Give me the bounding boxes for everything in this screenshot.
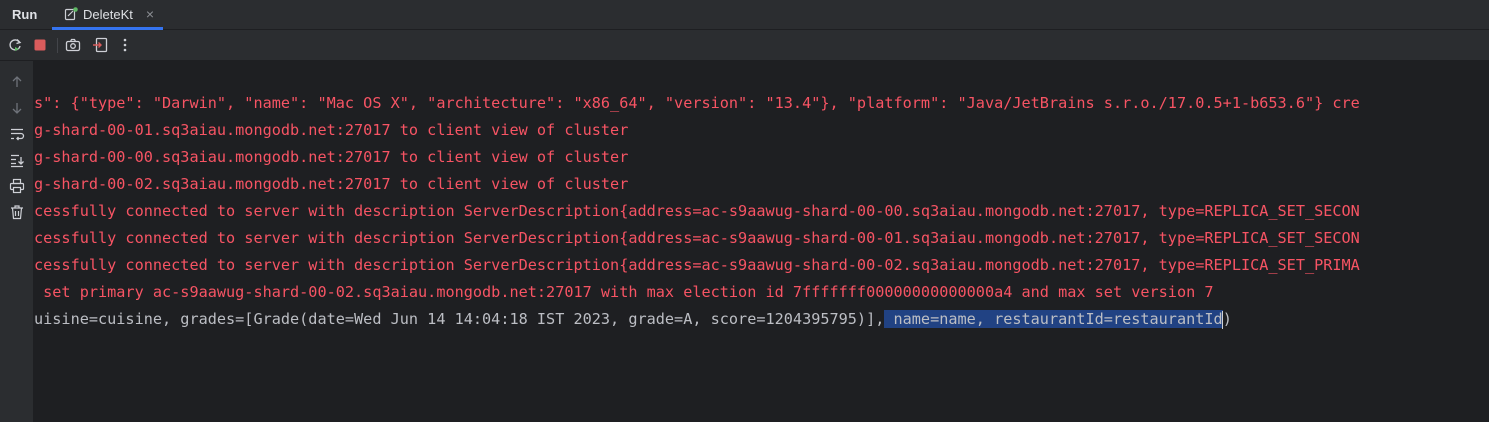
output-text: uisine=cuisine, grades=[Grade(date=Wed J… <box>34 310 885 328</box>
console-line: cessfully connected to server with descr… <box>34 202 1360 220</box>
console-output-line: uisine=cuisine, grades=[Grade(date=Wed J… <box>34 306 1232 333</box>
clear-icon[interactable] <box>9 204 25 220</box>
run-tool-window-header: Run DeleteKt × <box>0 0 1489 30</box>
print-icon[interactable] <box>9 178 25 194</box>
scroll-to-end-icon[interactable] <box>9 152 25 168</box>
exit-icon[interactable] <box>92 37 108 53</box>
console-line: g-shard-00-01.sq3aiau.mongodb.net:27017 … <box>34 121 629 139</box>
run-configuration-icon <box>64 7 78 21</box>
tab-deletekt[interactable]: DeleteKt × <box>52 0 163 30</box>
run-panel-title: Run <box>12 7 38 22</box>
more-icon[interactable] <box>117 37 133 53</box>
console-output[interactable]: s": {"type": "Darwin", "name": "Mac OS X… <box>34 61 1489 422</box>
console-line: cessfully connected to server with descr… <box>34 256 1360 274</box>
rerun-icon[interactable] <box>7 37 23 53</box>
run-toolbar <box>0 30 1489 61</box>
console-line: set primary ac-s9aawug-shard-00-02.sq3ai… <box>34 283 1214 301</box>
tab-label: DeleteKt <box>83 7 133 22</box>
toolbar-separator <box>57 38 58 53</box>
console-line: cessfully connected to server with descr… <box>34 229 1360 247</box>
console-side-toolbar <box>0 61 34 422</box>
console-line: g-shard-00-02.sq3aiau.mongodb.net:27017 … <box>34 175 629 193</box>
output-text-end: ) <box>1222 310 1232 328</box>
close-tab-icon[interactable]: × <box>143 0 157 30</box>
stop-icon[interactable] <box>32 37 48 53</box>
scroll-down-icon[interactable] <box>9 100 25 116</box>
scroll-up-icon[interactable] <box>9 74 25 90</box>
text-selection: name=name, restaurantId=restaurantId <box>884 310 1223 328</box>
console-line: s": {"type": "Darwin", "name": "Mac OS X… <box>34 94 1360 112</box>
soft-wrap-icon[interactable] <box>9 126 25 142</box>
screenshot-icon[interactable] <box>65 37 81 53</box>
console-line: g-shard-00-00.sq3aiau.mongodb.net:27017 … <box>34 148 629 166</box>
